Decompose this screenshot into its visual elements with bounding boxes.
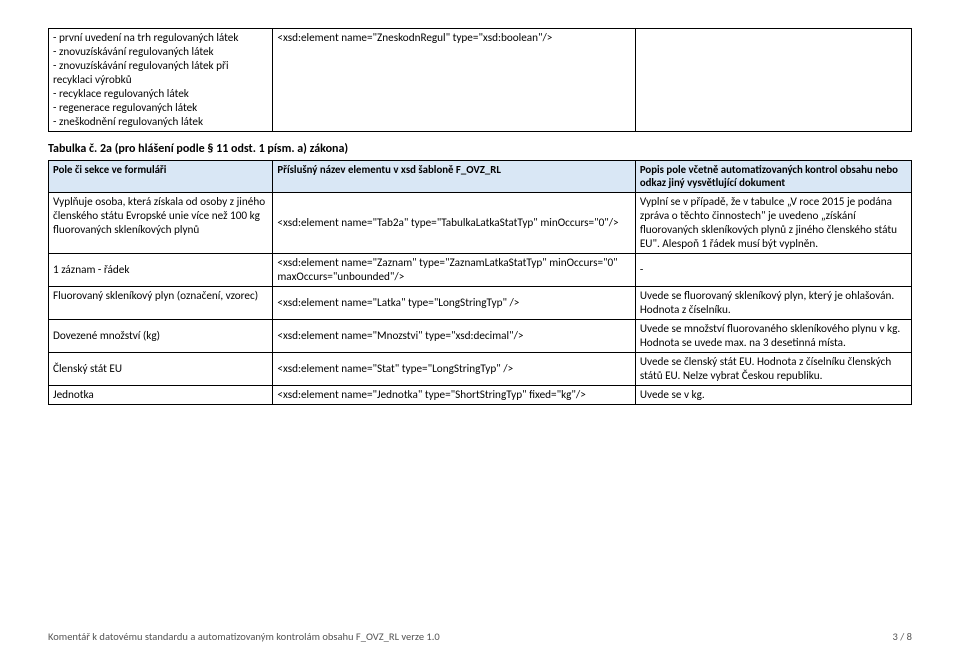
table-header-row: Pole či sekce ve formuláři Příslušný náz… (49, 161, 912, 193)
cell-desc: Uvede se množství fluorovaného skleníkov… (635, 319, 911, 352)
cell-xsd: <xsd:element name="ZneskodnRegul" type="… (273, 29, 635, 132)
cell-description: - první uvedení na trh regulovaných láte… (49, 29, 273, 132)
cell-element: <xsd:element name="Latka" type="LongStri… (273, 286, 635, 319)
table-row: 1 záznam - řádek <xsd:element name="Zazn… (49, 253, 912, 286)
col-header-desc: Popis pole včetně automatizovaných kontr… (635, 161, 911, 193)
cell-element: <xsd:element name="Jednotka" type="Short… (273, 385, 635, 404)
cell-desc: Vyplní se v případě, že v tabulce „V roc… (635, 192, 911, 253)
table-row: Dovezené množství (kg) <xsd:element name… (49, 319, 912, 352)
col-header-element: Příslušný název elementu v xsd šabloně F… (273, 161, 635, 193)
main-table: Pole či sekce ve formuláři Příslušný náz… (48, 160, 912, 405)
cell-desc: Uvede se členský stát EU. Hodnota z číse… (635, 352, 911, 385)
cell-desc: Uvede se fluorovaný skleníkový plyn, kte… (635, 286, 911, 319)
table-row: Vyplňuje osoba, která získala od osoby z… (49, 192, 912, 253)
page: - první uvedení na trh regulovaných láte… (0, 0, 960, 657)
table-row: Fluorovaný skleníkový plyn (označení, vz… (49, 286, 912, 319)
cell-element: <xsd:element name="Mnozstvi" type="xsd:d… (273, 319, 635, 352)
cell-desc: - (635, 253, 911, 286)
cell-desc: Uvede se v kg. (635, 385, 911, 404)
cell-element: <xsd:element name="Stat" type="LongStrin… (273, 352, 635, 385)
cell-field: Členský stát EU (49, 352, 273, 385)
cell-field: Vyplňuje osoba, která získala od osoby z… (49, 192, 273, 253)
top-table: - první uvedení na trh regulovaných láte… (48, 28, 912, 132)
cell-element: <xsd:element name="Zaznam" type="ZaznamL… (273, 253, 635, 286)
col-header-field: Pole či sekce ve formuláři (49, 161, 273, 193)
cell-field: Dovezené množství (kg) (49, 319, 273, 352)
cell-field: Fluorovaný skleníkový plyn (označení, vz… (49, 286, 273, 319)
table-row: Jednotka <xsd:element name="Jednotka" ty… (49, 385, 912, 404)
cell-note (635, 29, 911, 132)
cell-field: 1 záznam - řádek (49, 253, 273, 286)
footer-text: Komentář k datovému standardu a automati… (48, 630, 440, 643)
cell-field: Jednotka (49, 385, 273, 404)
table-row: Členský stát EU <xsd:element name="Stat"… (49, 352, 912, 385)
page-number: 3 / 8 (893, 630, 912, 643)
page-footer: Komentář k datovému standardu a automati… (48, 630, 912, 643)
table-row: - první uvedení na trh regulovaných láte… (49, 29, 912, 132)
section-heading: Tabulka č. 2a (pro hlášení podle § 11 od… (48, 142, 912, 156)
cell-element: <xsd:element name="Tab2a" type="TabulkaL… (273, 192, 635, 253)
